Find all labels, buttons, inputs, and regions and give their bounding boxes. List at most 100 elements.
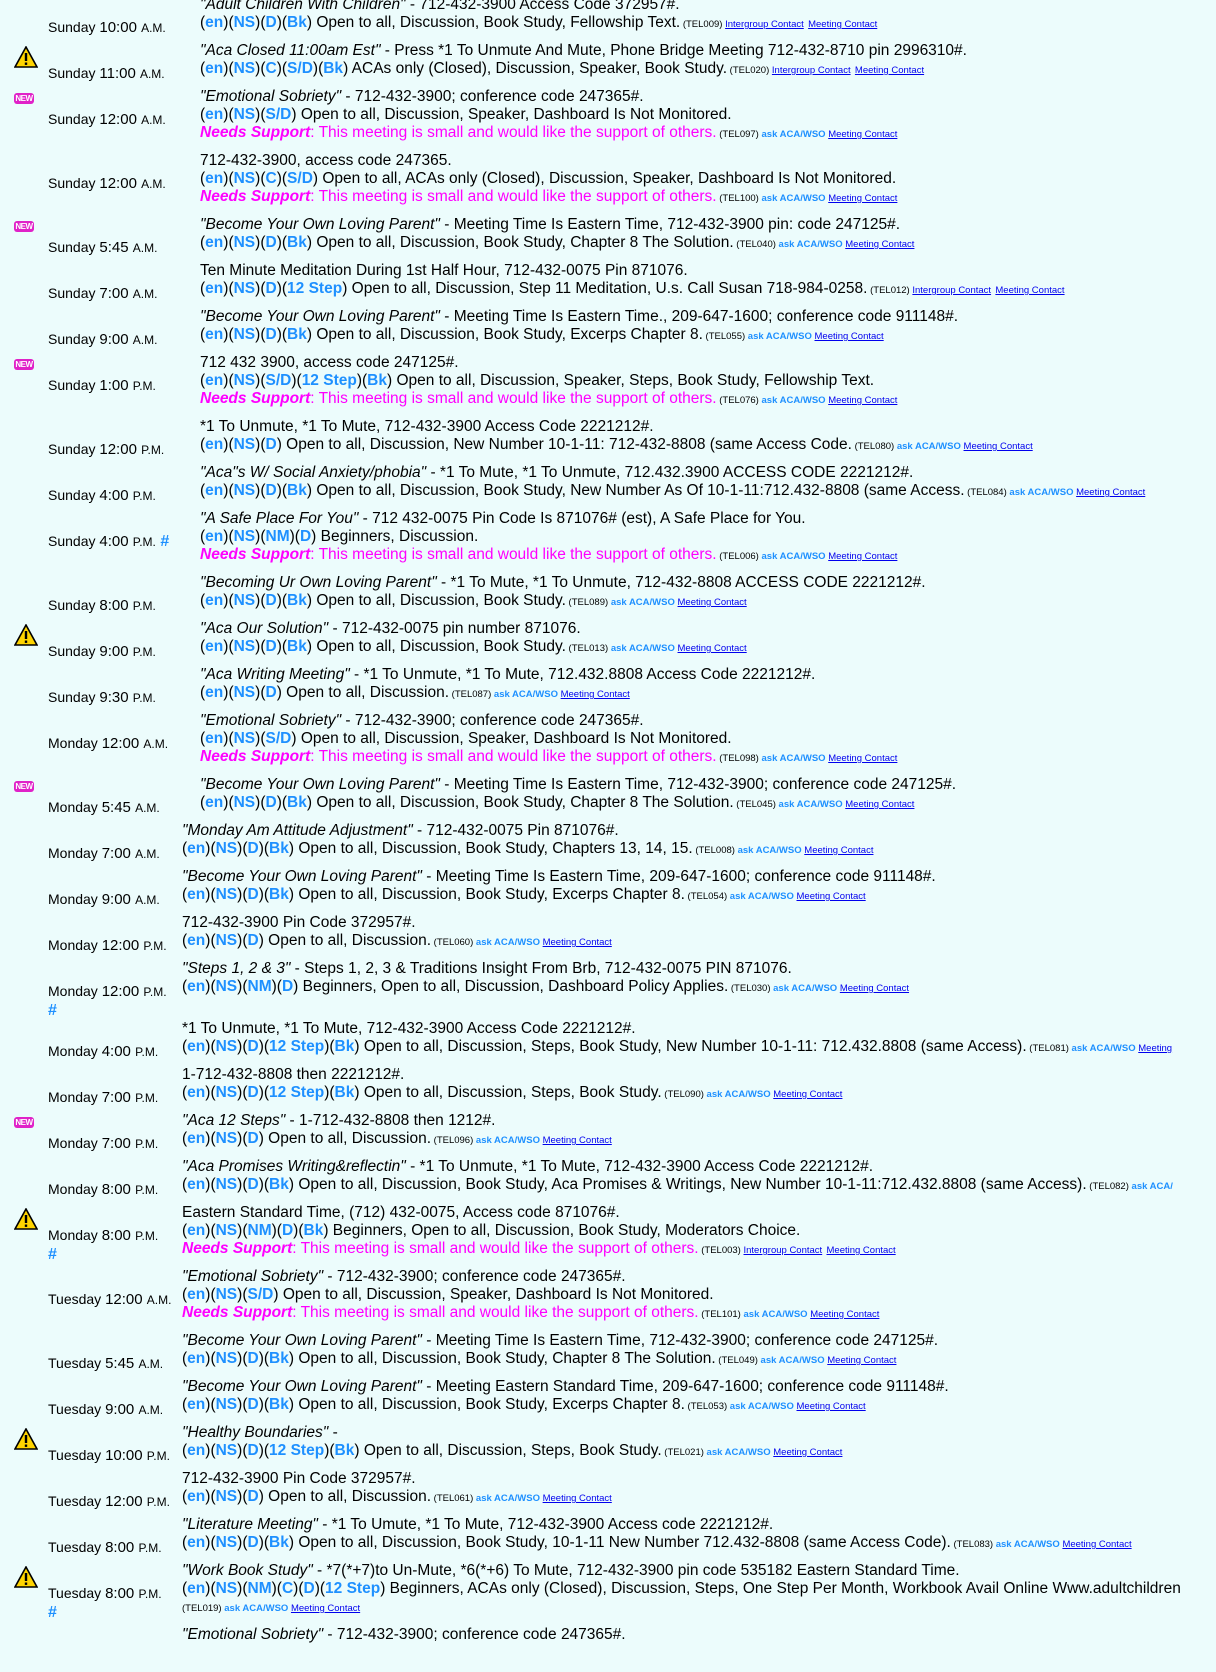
meeting-code-bk[interactable]: Bk [287,794,307,811]
ask-aca-wso-link[interactable]: ask ACA/WSO [762,395,829,406]
meeting-code-bk[interactable]: Bk [287,592,307,609]
meeting-code-ns[interactable]: NS [234,106,256,123]
ask-aca-wso-link[interactable]: ask ACA/WSO [730,891,797,902]
meeting-code-en[interactable]: en [187,1084,205,1101]
meeting-code-ns[interactable]: NS [234,528,256,545]
meeting-code-ns[interactable]: NS [216,840,238,857]
meeting-contact-link[interactable]: Meeting Contact [828,551,897,562]
meeting-contact-link[interactable]: Meeting Contact [845,799,914,810]
meeting-code-d[interactable]: D [248,1488,259,1505]
meeting-code-ns[interactable]: NS [216,1396,238,1413]
ask-aca-wso-link[interactable]: ask ACA/WSO [476,1493,543,1504]
ask-aca-wso-link[interactable]: ask ACA/WSO [762,551,829,562]
meeting-code-bk[interactable]: Bk [367,372,387,389]
meeting-code-ns[interactable]: NS [234,794,256,811]
meeting-code-en[interactable]: en [205,684,223,701]
ask-aca-wso-link[interactable]: ask ACA/WSO [476,937,543,948]
meeting-code-bk[interactable]: Bk [269,840,289,857]
meeting-contact-link[interactable]: Meeting Contact [845,239,914,250]
meeting-code-ns[interactable]: NS [216,1084,238,1101]
meeting-code-bk[interactable]: Bk [269,886,289,903]
meeting-code-en[interactable]: en [205,436,223,453]
meeting-contact-link[interactable]: Meeting Contact [1076,487,1145,498]
meeting-code-ns[interactable]: NS [216,1130,238,1147]
meeting-contact-link[interactable]: Meeting Contact [773,1447,842,1458]
meeting-contact-link[interactable]: Meeting Contact [543,937,612,948]
meeting-contact-link[interactable]: Meeting Contact [678,643,747,654]
meeting-contact-link[interactable]: Meeting Contact [808,19,877,30]
meeting-code-d[interactable]: D [248,886,259,903]
meeting-code-12step[interactable]: 12 Step [269,1038,324,1055]
meeting-code-ns[interactable]: NS [234,592,256,609]
meeting-code-d[interactable]: D [248,1130,259,1147]
meeting-code-ns[interactable]: NS [234,234,256,251]
ask-aca-wso-link[interactable]: ask ACA/ [1132,1181,1173,1192]
meeting-code-c[interactable]: C [266,170,277,187]
meeting-code-d[interactable]: D [266,592,277,609]
meeting-code-sd[interactable]: S/D [248,1286,274,1303]
meeting-code-d[interactable]: D [266,280,277,297]
meeting-contact-link[interactable]: Meeting Contact [828,129,897,140]
meeting-contact-link[interactable]: Meeting Contact [827,1245,896,1256]
ask-aca-wso-link[interactable]: ask ACA/WSO [773,983,840,994]
meeting-code-d[interactable]: D [248,1350,259,1367]
meeting-contact-link[interactable]: Meeting Contact [797,891,866,902]
meeting-code-en[interactable]: en [187,886,205,903]
meeting-code-d[interactable]: D [248,1176,259,1193]
meeting-code-sd[interactable]: S/D [266,106,292,123]
meeting-code-d[interactable]: D [248,1442,259,1459]
meeting-contact-link[interactable]: Meeting Contact [797,1401,866,1412]
meeting-contact-link[interactable]: Meeting Contact [561,689,630,700]
ask-aca-wso-link[interactable]: ask ACA/WSO [761,1355,828,1366]
meeting-code-en[interactable]: en [187,1488,205,1505]
meeting-code-sd[interactable]: S/D [266,372,292,389]
meeting-code-en[interactable]: en [205,280,223,297]
meeting-code-en[interactable]: en [205,528,223,545]
meeting-link[interactable]: Meeting [1138,1043,1172,1054]
meeting-code-12step[interactable]: 12 Step [269,1084,324,1101]
meeting-code-12step[interactable]: 12 Step [269,1442,324,1459]
meeting-code-ns[interactable]: NS [234,372,256,389]
meeting-code-bk[interactable]: Bk [335,1084,355,1101]
meeting-code-ns[interactable]: NS [234,482,256,499]
meeting-code-ns[interactable]: NS [216,1222,238,1239]
meeting-code-bk[interactable]: Bk [287,638,307,655]
meeting-contact-link[interactable]: Meeting Contact [855,65,924,76]
ask-aca-wso-link[interactable]: ask ACA/WSO [707,1447,774,1458]
ask-aca-wso-link[interactable]: ask ACA/WSO [1072,1043,1139,1054]
meeting-contact-link[interactable]: Meeting Contact [804,845,873,856]
meeting-code-bk[interactable]: Bk [269,1176,289,1193]
meeting-code-en[interactable]: en [205,794,223,811]
meeting-code-ns[interactable]: NS [234,684,256,701]
meeting-code-en[interactable]: en [187,1442,205,1459]
meeting-code-d[interactable]: D [248,1084,259,1101]
meeting-code-bk[interactable]: Bk [269,1534,289,1551]
meeting-code-en[interactable]: en [187,1130,205,1147]
meeting-code-ns[interactable]: NS [216,1350,238,1367]
meeting-code-ns[interactable]: NS [216,1442,238,1459]
meeting-code-en[interactable]: en [205,170,223,187]
meeting-code-ns[interactable]: NS [216,1176,238,1193]
meeting-code-d[interactable]: D [266,326,277,343]
meeting-code-en[interactable]: en [205,60,223,77]
meeting-code-en[interactable]: en [187,1038,205,1055]
meeting-contact-link[interactable]: Meeting Contact [828,753,897,764]
intergroup-contact-link[interactable]: Intergroup Contact [725,19,804,30]
meeting-code-bk[interactable]: Bk [287,234,307,251]
meeting-code-sd[interactable]: S/D [287,60,313,77]
ask-aca-wso-link[interactable]: ask ACA/WSO [738,845,805,856]
meeting-code-nm[interactable]: NM [248,1222,272,1239]
meeting-contact-link[interactable]: Meeting Contact [827,1355,896,1366]
meeting-code-en[interactable]: en [205,372,223,389]
meeting-code-bk[interactable]: Bk [287,326,307,343]
meeting-contact-link[interactable]: Meeting Contact [964,441,1033,452]
meeting-code-d[interactable]: D [304,1580,315,1597]
ask-aca-wso-link[interactable]: ask ACA/WSO [762,753,829,764]
meeting-code-ns[interactable]: NS [216,1534,238,1551]
ask-aca-wso-link[interactable]: ask ACA/WSO [996,1539,1063,1550]
meeting-code-d[interactable]: D [248,1396,259,1413]
meeting-code-ns[interactable]: NS [216,1580,238,1597]
meeting-code-ns[interactable]: NS [216,978,238,995]
ask-aca-wso-link[interactable]: ask ACA/WSO [748,331,815,342]
meeting-code-d[interactable]: D [266,684,277,701]
